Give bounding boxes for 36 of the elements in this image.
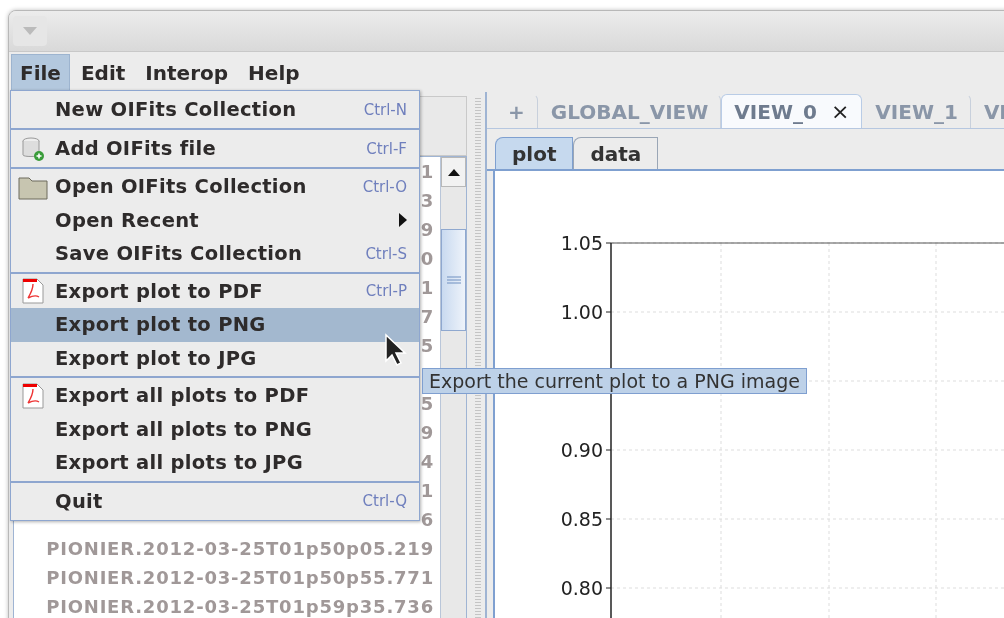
menu-item[interactable]: Open Recent [11,203,419,237]
menu-item[interactable]: Export plot to JPG [11,341,419,375]
menu-title[interactable]: Edit [71,54,135,92]
database-add-icon [21,135,45,162]
tooltip: Export the current plot to a PNG image [422,368,807,394]
menu-item[interactable]: Export plot to PDF Ctrl-P [11,274,419,308]
pdf-icon [22,382,44,409]
y-tick-label: 1.00 [560,301,603,323]
close-icon[interactable]: × [830,99,850,124]
y-tick-label: 0.90 [560,439,603,461]
scroll-up-button[interactable] [441,157,466,187]
view-tab[interactable]: VIEW_0 × [721,94,863,128]
menu-item[interactable]: Quit Ctrl-Q [11,483,419,519]
menu-item[interactable]: Export plot to PNG [11,308,419,342]
grip-icon [446,276,461,284]
tab[interactable]: data [573,137,659,169]
menu-item[interactable]: Save OIFits Collection Ctrl-S [11,237,419,271]
y-tick-label: 1.05 [560,232,603,254]
menu-item[interactable]: Add OIFits file Ctrl-F [11,131,419,166]
pdf-icon [22,278,44,305]
menu-item[interactable]: Export all plots to PDF [11,379,419,413]
scroll-thumb[interactable] [441,229,466,331]
menu-title[interactable]: File [11,54,70,92]
window-menu-button[interactable] [13,16,47,46]
tab[interactable]: plot [495,137,574,169]
cursor-icon [384,333,408,367]
menu-item[interactable]: New OIFits Collection Ctrl-N [11,92,419,127]
y-tick-label: 0.85 [560,508,603,530]
menu-title[interactable]: Help [239,54,309,92]
menu-title[interactable]: Interop [136,54,238,92]
menu-item[interactable]: Open OIFits Collection Ctrl-O [11,170,419,204]
menu-item[interactable]: Export all plots to JPG [11,446,419,480]
caret-icon [23,27,37,35]
up-arrow-icon [447,168,460,176]
y-tick-label: 0.80 [560,577,603,599]
menu-item[interactable]: Export all plots to PNG [11,412,419,446]
